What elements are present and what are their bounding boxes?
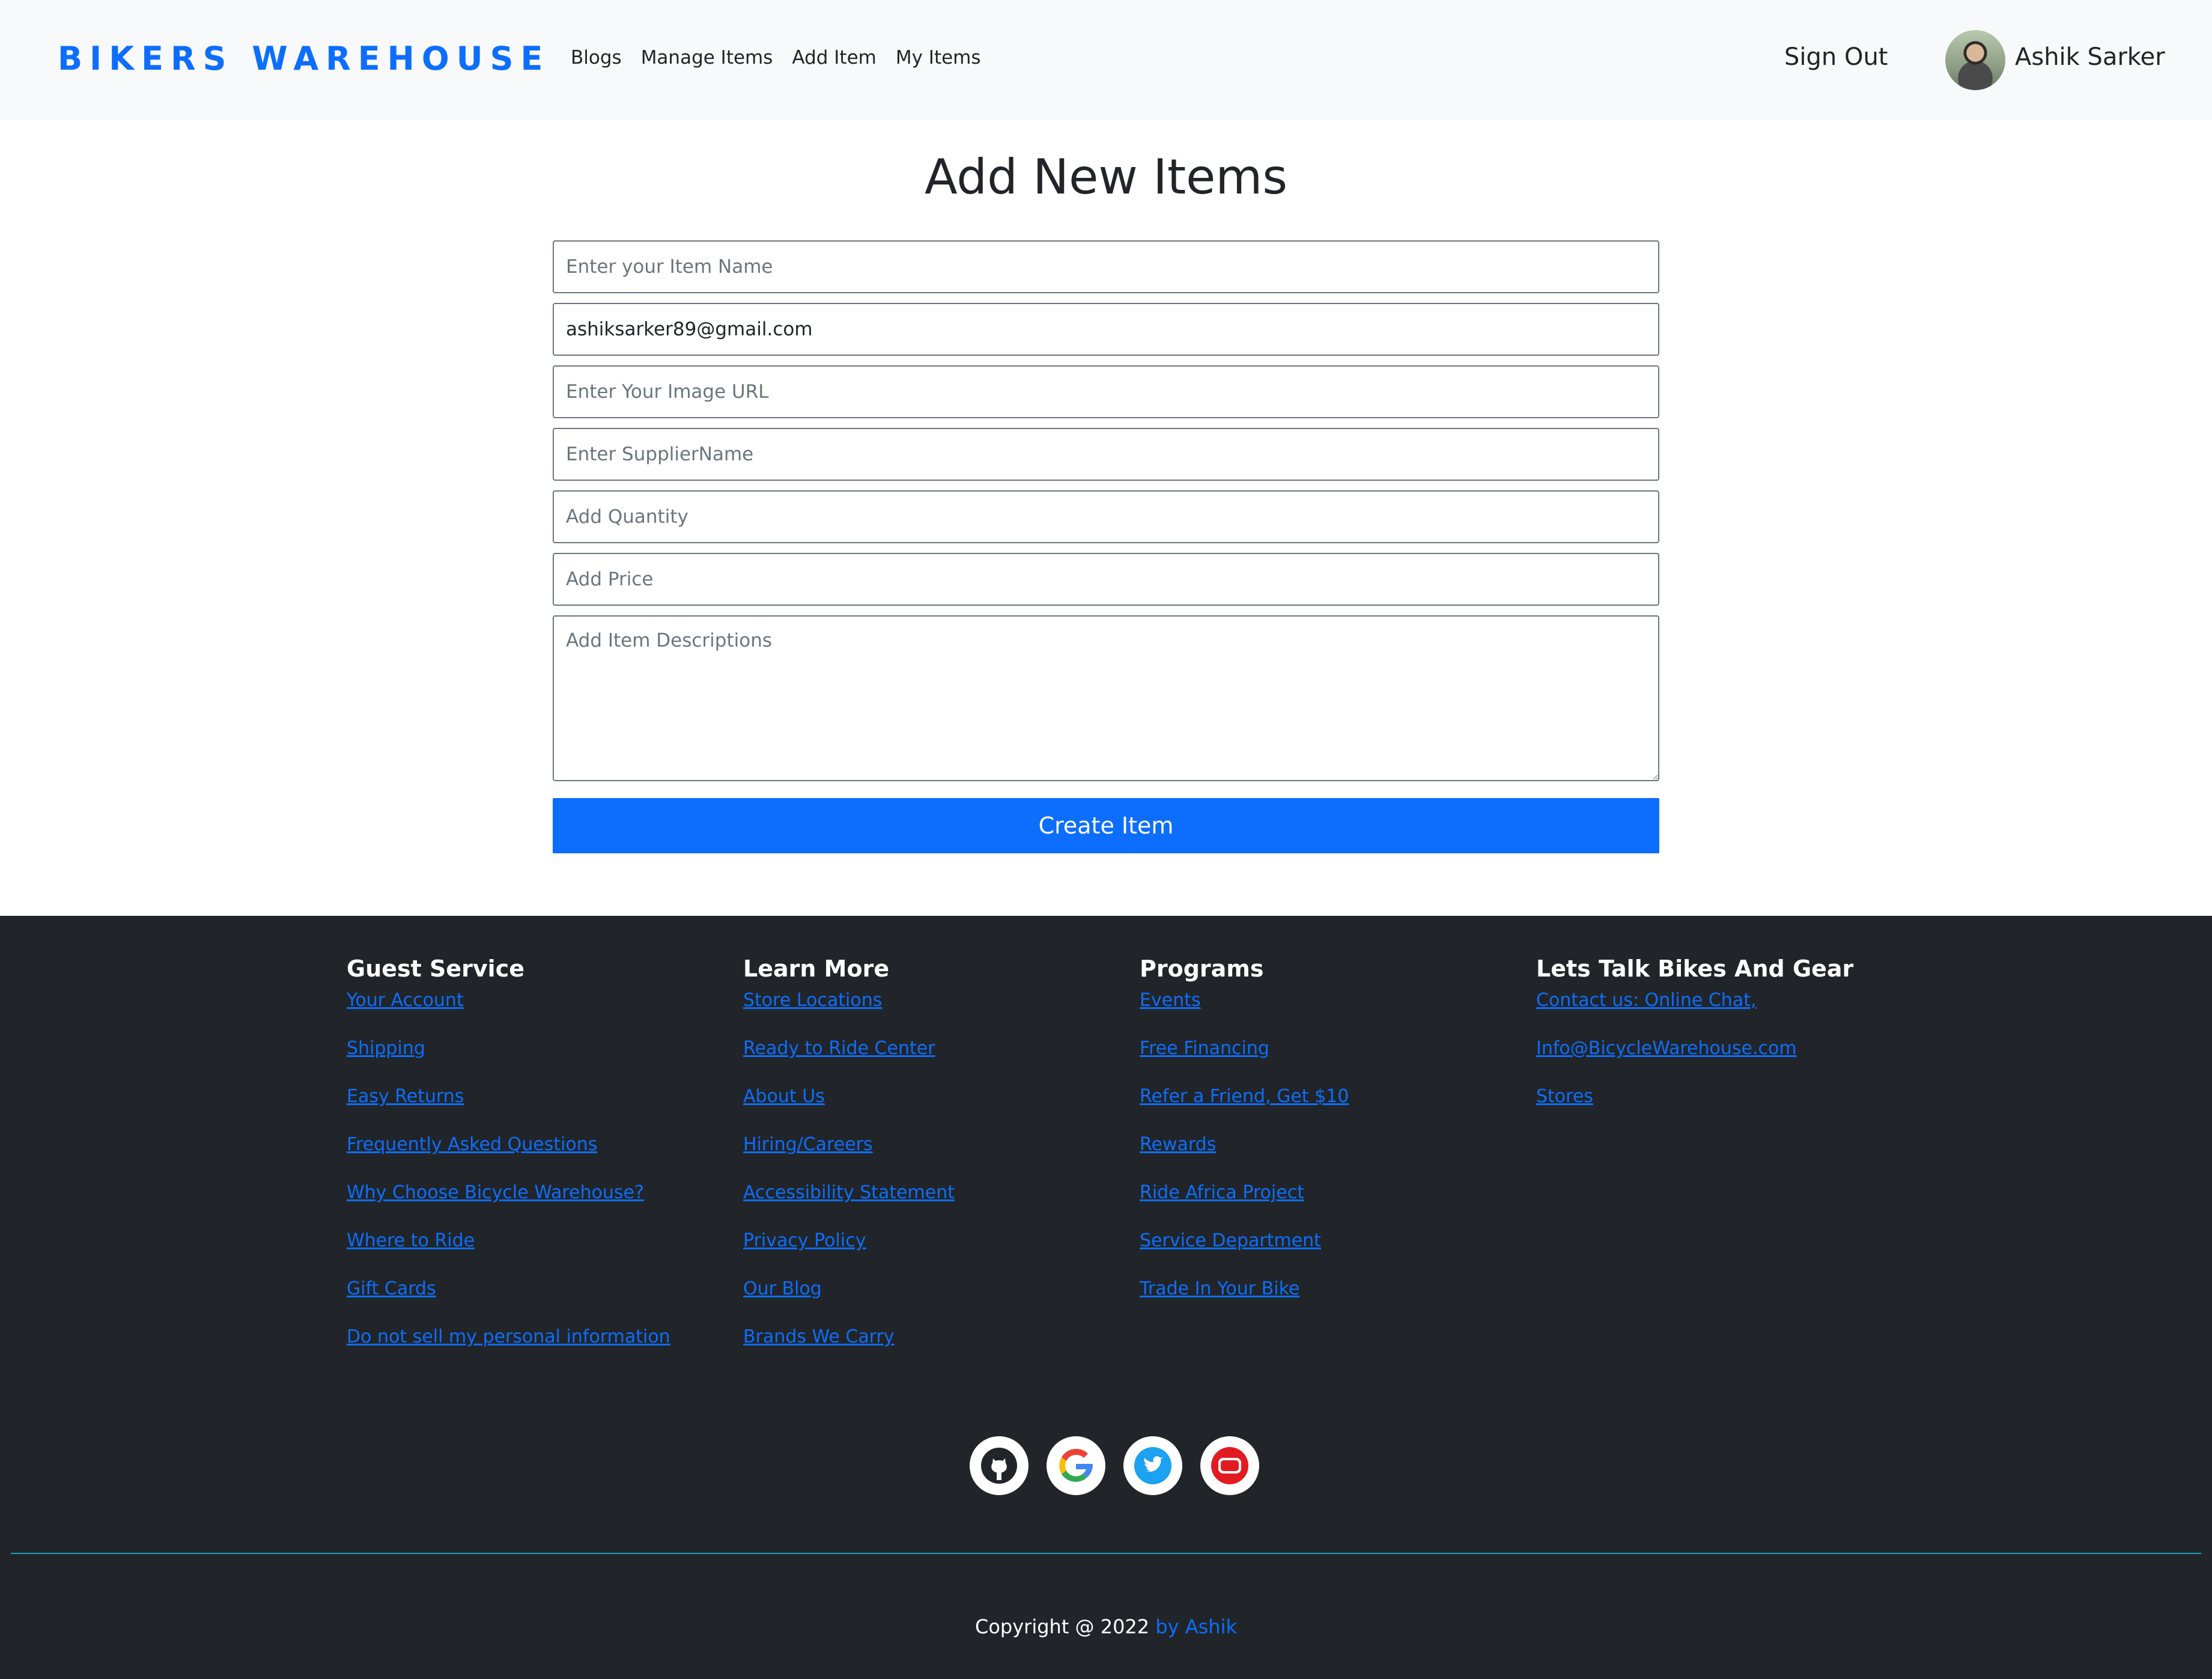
navbar: BIKERS WAREHOUSE Blogs Manage Items Add …: [0, 0, 2212, 120]
footer-link[interactable]: Hiring/Careers: [743, 1131, 1140, 1179]
footer-link[interactable]: Refer a Friend, Get $10: [1140, 1083, 1536, 1131]
footer: Guest Service Your Account Shipping Easy…: [0, 916, 2212, 1679]
page: BIKERS WAREHOUSE Blogs Manage Items Add …: [0, 0, 2212, 1679]
footer-link[interactable]: Why Choose Bicycle Warehouse?: [347, 1179, 743, 1227]
youtube-icon[interactable]: [1200, 1436, 1259, 1495]
footer-link[interactable]: Ready to Ride Center: [743, 1035, 1140, 1083]
footer-link[interactable]: Store Locations: [743, 987, 1140, 1035]
supplier-name-input[interactable]: [553, 428, 1659, 481]
footer-link[interactable]: Free Financing: [1140, 1035, 1536, 1083]
footer-link[interactable]: Privacy Policy: [743, 1227, 1140, 1275]
image-url-input[interactable]: [553, 365, 1659, 418]
add-item-form: Create Item: [553, 240, 1659, 853]
copyright: Copyright @ 2022 by Ashik: [0, 1615, 2212, 1638]
footer-column-guest-service: Guest Service Your Account Shipping Easy…: [347, 955, 743, 1371]
footer-link[interactable]: Accessibility Statement: [743, 1179, 1140, 1227]
footer-columns: Guest Service Your Account Shipping Easy…: [347, 955, 1933, 1371]
footer-column-title: Guest Service: [347, 955, 525, 982]
author-link[interactable]: by Ashik: [1155, 1615, 1237, 1638]
brand-logo[interactable]: BIKERS WAREHOUSE: [58, 40, 550, 78]
footer-link[interactable]: Where to Ride: [347, 1227, 743, 1275]
footer-link[interactable]: About Us: [743, 1083, 1140, 1131]
footer-link[interactable]: Service Department: [1140, 1227, 1536, 1275]
nav-link-add-item[interactable]: Add Item: [792, 47, 876, 69]
email-input[interactable]: [553, 303, 1659, 356]
footer-link[interactable]: Shipping: [347, 1035, 743, 1083]
nav-link-my-items[interactable]: My Items: [896, 47, 981, 69]
price-input[interactable]: [553, 553, 1659, 606]
footer-column-title: Lets Talk Bikes And Gear: [1536, 955, 1854, 982]
footer-link[interactable]: Gift Cards: [347, 1275, 743, 1323]
footer-link[interactable]: Easy Returns: [347, 1083, 743, 1131]
footer-link[interactable]: Contact us: Online Chat,: [1536, 987, 1933, 1035]
social-links: [970, 1436, 1259, 1495]
copyright-text: Copyright @ 2022: [975, 1615, 1156, 1638]
footer-link[interactable]: Our Blog: [743, 1275, 1140, 1323]
avatar: [1945, 30, 2005, 90]
footer-link[interactable]: Trade In Your Bike: [1140, 1275, 1536, 1323]
github-icon[interactable]: [970, 1436, 1029, 1495]
footer-link[interactable]: Rewards: [1140, 1131, 1536, 1179]
footer-column-title: Learn More: [743, 955, 890, 982]
footer-link[interactable]: Stores: [1536, 1083, 1933, 1131]
item-name-input[interactable]: [553, 240, 1659, 293]
create-item-button[interactable]: Create Item: [553, 798, 1659, 853]
twitter-icon[interactable]: [1123, 1436, 1182, 1495]
footer-link[interactable]: Brands We Carry: [743, 1323, 1140, 1371]
footer-column-programs: Programs Events Free Financing Refer a F…: [1140, 955, 1536, 1371]
description-textarea[interactable]: [553, 615, 1659, 781]
footer-link[interactable]: Frequently Asked Questions: [347, 1131, 743, 1179]
footer-link[interactable]: Ride Africa Project: [1140, 1179, 1536, 1227]
google-icon[interactable]: [1047, 1436, 1105, 1495]
footer-link[interactable]: Do not sell my personal information: [347, 1323, 743, 1371]
footer-column-talk-bikes: Lets Talk Bikes And Gear Contact us: Onl…: [1536, 955, 1933, 1371]
footer-divider: [11, 1553, 2201, 1554]
footer-link[interactable]: Info@BicycleWarehouse.com: [1536, 1035, 1933, 1083]
quantity-input[interactable]: [553, 490, 1659, 543]
user-name: Ashik Sarker: [2015, 43, 2165, 71]
nav-link-manage-items[interactable]: Manage Items: [641, 47, 773, 69]
sign-out-button[interactable]: Sign Out: [1784, 43, 1888, 71]
footer-column-learn-more: Learn More Store Locations Ready to Ride…: [743, 955, 1140, 1371]
footer-link[interactable]: Your Account: [347, 987, 743, 1035]
footer-column-title: Programs: [1140, 955, 1264, 982]
nav-link-blogs[interactable]: Blogs: [571, 47, 622, 69]
footer-link[interactable]: Events: [1140, 987, 1536, 1035]
nav-links: Blogs Manage Items Add Item My Items: [571, 47, 981, 69]
page-title: Add New Items: [924, 149, 1288, 205]
